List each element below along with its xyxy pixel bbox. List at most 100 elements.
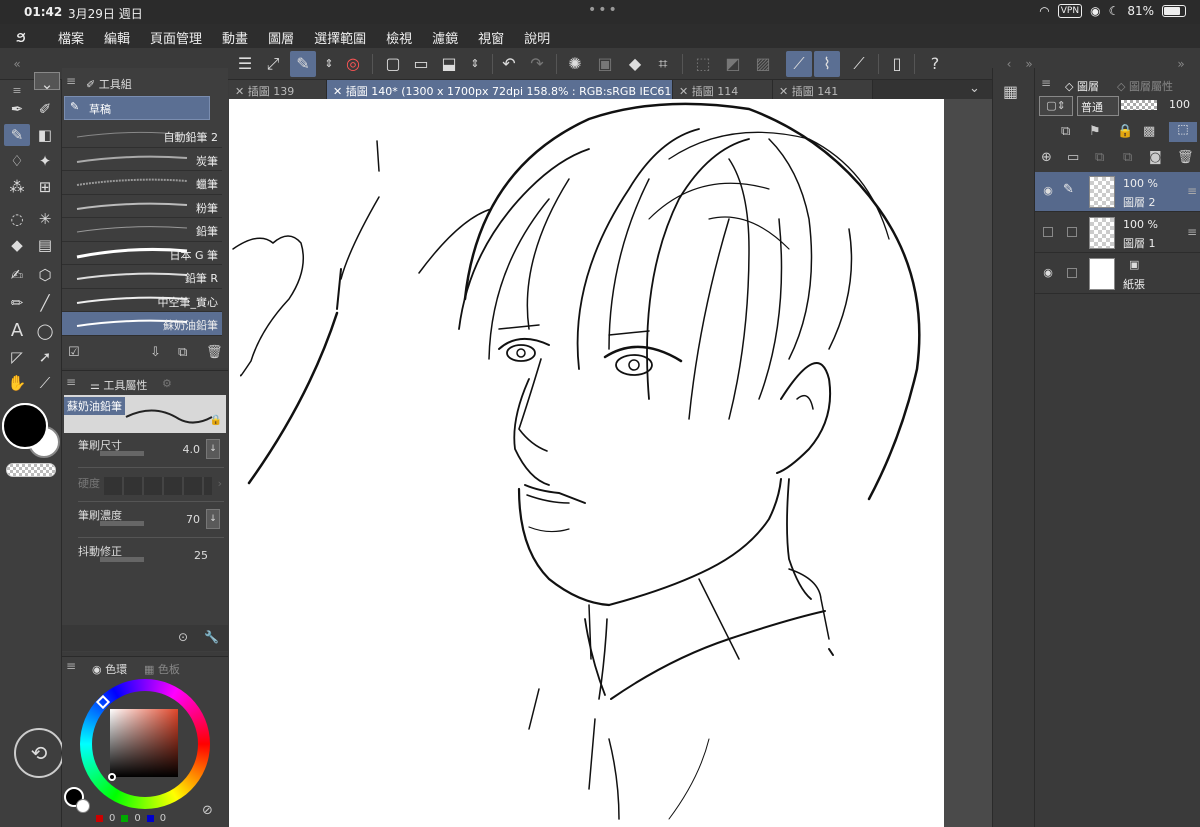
fill-icon[interactable]: ◆ xyxy=(622,51,648,77)
layer-mask-icon[interactable]: ◙ xyxy=(1149,150,1162,165)
menu-layer[interactable]: 圖層 xyxy=(268,28,294,47)
object-select-icon[interactable]: ➚ xyxy=(32,346,58,368)
brush-item[interactable]: 鉛筆 xyxy=(62,218,222,242)
multitask-dots-icon[interactable]: ••• xyxy=(588,2,619,18)
fill-tool-icon[interactable]: ◆ xyxy=(4,234,30,256)
close-tab-icon[interactable]: ✕ xyxy=(235,85,248,98)
new-canvas-icon[interactable]: ▢ xyxy=(380,51,406,77)
transform-icon[interactable]: ▣ xyxy=(592,51,618,77)
brush-item[interactable]: 炭筆 xyxy=(62,148,222,171)
text-tool-icon[interactable]: A xyxy=(4,320,30,342)
save-icon[interactable]: ⬓ xyxy=(436,51,462,77)
color-set-tab[interactable]: ▦ 色板 xyxy=(144,661,180,679)
hand-tool-icon[interactable]: ✋ xyxy=(4,372,30,394)
open-folder-icon[interactable]: ▭ xyxy=(408,51,434,77)
sub-tool-group-selected[interactable]: ✎ 草稿 xyxy=(64,96,210,120)
lock-layer-icon[interactable]: 🔒 xyxy=(1117,124,1133,139)
panel-menu-icon[interactable]: ≡ xyxy=(1041,76,1051,90)
gradient-tool-icon[interactable]: ▤ xyxy=(32,234,58,256)
app-logo-icon[interactable]: ϧ xyxy=(16,27,38,46)
layer-color-dropdown[interactable]: ▢⇕ xyxy=(1039,96,1073,116)
lock-icon[interactable]: 🔒 xyxy=(210,415,222,426)
layer-property-tab[interactable]: ◇ 圖層屬性 xyxy=(1117,78,1173,94)
menu-edit[interactable]: 編輯 xyxy=(104,28,130,47)
frame-tool-icon[interactable]: ◸ xyxy=(4,346,30,368)
lock-transparent-icon[interactable]: ▩ xyxy=(1143,124,1155,139)
brush-size-dropdown-icon[interactable]: ↓ xyxy=(206,439,220,459)
line-tool-icon[interactable]: ╱ xyxy=(32,292,58,314)
brush-size-value[interactable]: 4.0 xyxy=(183,443,201,456)
pencil-tool-icon[interactable]: ✎ xyxy=(4,124,30,146)
pen-tool-icon[interactable]: ✒ xyxy=(4,98,30,120)
calendar-panel-icon[interactable]: ▦ xyxy=(1003,82,1018,101)
blend-mode-dropdown[interactable]: 普通 xyxy=(1077,96,1119,116)
document-tab[interactable]: ✕ 插圖 114 xyxy=(673,80,773,99)
close-tab-icon[interactable]: ✕ xyxy=(779,85,792,98)
fit-canvas-icon[interactable]: ⤢ xyxy=(260,51,286,77)
hardness-selector[interactable] xyxy=(104,477,212,495)
menu-page[interactable]: 頁面管理 xyxy=(150,28,202,47)
invert-selection-icon[interactable]: ◩ xyxy=(720,51,746,77)
panel-menu-icon[interactable]: ≡ xyxy=(66,375,76,393)
color-toggle-icon[interactable]: ⊘ xyxy=(202,803,213,818)
edit-checkbox[interactable] xyxy=(1067,227,1077,237)
menu-filter[interactable]: 濾鏡 xyxy=(432,28,458,47)
density-value[interactable]: 70 xyxy=(186,513,200,526)
trash-icon[interactable]: 🗑 xyxy=(206,345,223,360)
brush-item[interactable]: 蠟筆 xyxy=(62,171,222,195)
selection-border-icon[interactable]: ▨ xyxy=(750,51,776,77)
help-icon[interactable]: ? xyxy=(922,51,948,77)
decoration-tool-icon[interactable]: ⁂ xyxy=(4,176,30,198)
collapse-left-icon[interactable]: « xyxy=(4,51,30,77)
mini-sub-color[interactable] xyxy=(76,799,90,813)
brush-item[interactable]: 鉛筆 R xyxy=(62,265,222,289)
magic-wand-icon[interactable]: ✳ xyxy=(32,208,58,230)
edit-tool-icon[interactable]: ✎ xyxy=(290,51,316,77)
balloon-tool-icon[interactable]: ◯ xyxy=(32,320,58,342)
visibility-checkbox[interactable] xyxy=(1043,227,1053,237)
layer-menu-icon[interactable]: ≡ xyxy=(1187,225,1197,239)
eyedropper-icon[interactable]: ⟋ xyxy=(32,372,58,394)
dropper-tool-icon[interactable]: ✏ xyxy=(4,292,30,314)
transparent-color-swatch[interactable] xyxy=(6,463,56,477)
brush-item[interactable]: 粉筆 xyxy=(62,195,222,218)
tool-detail-icon[interactable]: ⚙ xyxy=(162,377,172,395)
panel-menu-icon[interactable]: ≡ xyxy=(66,659,76,677)
brush-item[interactable]: 自動鉛筆 2 xyxy=(62,124,222,148)
hamburger-menu-icon[interactable]: ☰ xyxy=(232,51,258,77)
layer-row[interactable]: ◉ ▣ 紙張 xyxy=(1035,254,1200,294)
eraser-tool-icon[interactable]: ◧ xyxy=(32,124,58,146)
wrench-icon[interactable]: 🔧 xyxy=(204,630,219,644)
clip-layer-icon[interactable]: ⧉ xyxy=(1061,124,1070,139)
stroke-icon[interactable]: ⟋ xyxy=(846,51,872,77)
redo-icon[interactable]: ↷ xyxy=(524,51,550,77)
record-icon[interactable]: ◎ xyxy=(340,51,366,77)
tool-dropdown-icon[interactable]: ⌄ xyxy=(34,72,60,93)
color-wheel-tab[interactable]: ◉ 色環 xyxy=(92,661,127,679)
ruler-pen-icon[interactable]: ⟋ xyxy=(786,51,812,77)
document-tab[interactable]: ✕ 插圖 141 xyxy=(773,80,873,99)
sv-handle[interactable] xyxy=(108,773,116,781)
brush-snap-icon[interactable]: ⌇ xyxy=(814,51,840,77)
close-tab-icon[interactable]: ✕ xyxy=(679,85,692,98)
tool-property-tab[interactable]: ⚌ 工具屬性 xyxy=(90,377,147,395)
more-file-icon[interactable]: ⇕ xyxy=(462,51,488,77)
density-dropdown-icon[interactable]: ↓ xyxy=(206,509,220,529)
loading-spinner-icon[interactable]: ✺ xyxy=(562,51,588,77)
merge-down-icon[interactable]: ⧉ xyxy=(1095,150,1104,165)
sync-canvas-icon[interactable]: ⟲ xyxy=(14,728,64,778)
smartphone-icon[interactable]: ▯ xyxy=(884,51,910,77)
document-tab[interactable]: ✕ 插圖 139 xyxy=(229,80,327,99)
eye-icon[interactable]: ◉ xyxy=(1041,184,1055,198)
brush-item[interactable]: 中空筆_實心 xyxy=(62,289,222,312)
reset-icon[interactable]: ⊙ xyxy=(178,630,188,644)
crop-icon[interactable]: ⌗ xyxy=(650,51,676,77)
menu-selection[interactable]: 選擇範圍 xyxy=(314,28,366,47)
saturation-value-square[interactable] xyxy=(110,709,178,777)
sub-tool-settings-icon[interactable]: ☑ xyxy=(68,345,80,360)
copy-layer-icon[interactable]: ⧉ xyxy=(1123,150,1132,165)
new-folder-icon[interactable]: ▭ xyxy=(1067,150,1079,165)
stabilization-value[interactable]: 25 xyxy=(194,549,208,562)
duplicate-icon[interactable]: ⧉ xyxy=(178,345,187,360)
canvas-paper[interactable] xyxy=(229,99,944,827)
